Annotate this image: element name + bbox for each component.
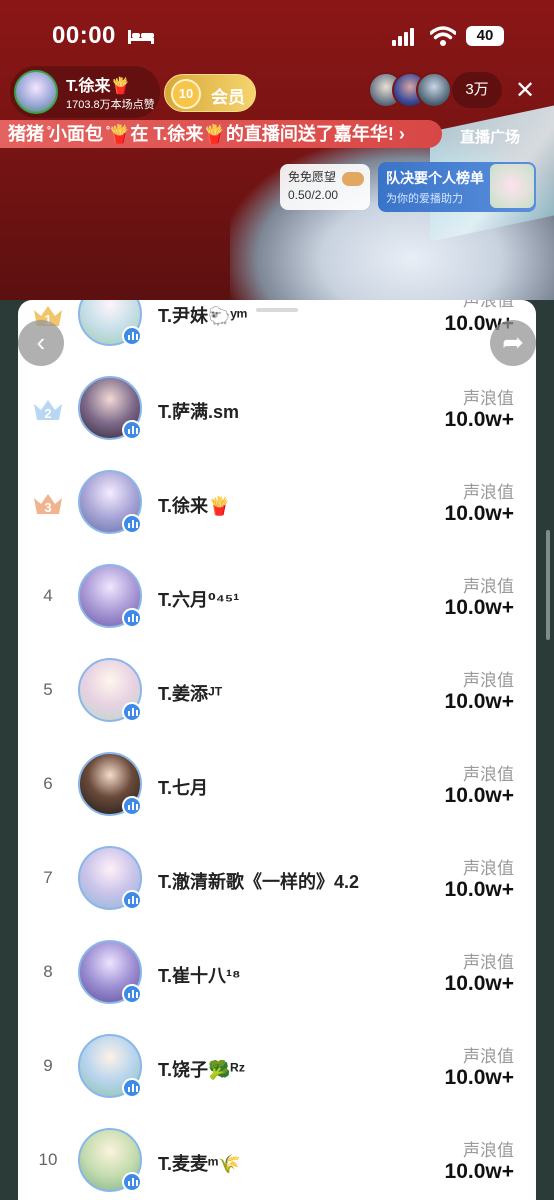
ranking-row[interactable]: 5 T.姜添ᴶᵀ 声浪值 10.0w+ — [18, 644, 536, 738]
rank-number: 7 — [43, 868, 53, 887]
user-name[interactable]: T.萨满.sm — [158, 398, 239, 424]
fan-level-badge: 10 — [171, 79, 201, 109]
audio-level-icon — [122, 420, 142, 440]
value-amount: 10.0w+ — [444, 408, 514, 431]
user-name[interactable]: T.澈清新歌《一样的》4.2 — [158, 868, 359, 894]
rank-number: 9 — [43, 1056, 53, 1075]
audio-level-icon — [122, 796, 142, 816]
signal-icon — [392, 28, 416, 46]
value-label: 声浪值 — [463, 389, 514, 408]
rank-number: 2 — [44, 406, 52, 421]
value-label: 声浪值 — [463, 483, 514, 502]
value-amount: 10.0w+ — [444, 596, 514, 619]
ranking-row[interactable]: 4 T.六月⁰⁴⁵¹ 声浪值 10.0w+ — [18, 550, 536, 644]
user-name[interactable]: T.饶子🥦ᴿᶻ — [158, 1056, 245, 1082]
status-time: 00:00 — [52, 22, 116, 49]
audio-level-icon — [122, 1172, 142, 1192]
ranking-row[interactable]: 10 T.麦麦ᵐ🌾 声浪值 10.0w+ — [18, 1114, 536, 1200]
ranking-row[interactable]: 6 T.七月 声浪值 10.0w+ — [18, 738, 536, 832]
ranking-row[interactable]: 7 T.澈清新歌《一样的》4.2 声浪值 10.0w+ — [18, 832, 536, 926]
audio-level-icon — [122, 890, 142, 910]
value-amount: 10.0w+ — [444, 1066, 514, 1089]
status-bar: 00:00 40 — [0, 0, 554, 74]
wish-progress: 0.50/2.00 — [288, 188, 339, 202]
share-icon[interactable]: ➦ — [490, 320, 536, 366]
back-arrow-icon[interactable]: ‹ — [18, 320, 64, 366]
scrollbar[interactable] — [546, 530, 550, 640]
fan-club-button[interactable]: 10 会员 — [164, 74, 256, 112]
drag-handle[interactable] — [256, 308, 298, 312]
gift-announcement-banner[interactable]: 猪猪 ̊小面包 ̊🍟在 T.徐来🍟的直播间送了嘉年华! › — [0, 120, 442, 148]
team-ranking-widget[interactable]: 队决要个人榜单 为你的爱播助力 — [378, 162, 536, 212]
value-amount: 10.0w+ — [444, 502, 514, 525]
value-label: 声浪值 — [463, 671, 514, 690]
avatar[interactable] — [416, 72, 452, 108]
rank-number: 8 — [43, 962, 53, 981]
rank-number: 4 — [43, 586, 53, 605]
host-avatar[interactable] — [14, 70, 58, 114]
audio-level-icon — [122, 514, 142, 534]
user-name[interactable]: T.七月 — [158, 774, 208, 800]
ranking-row[interactable]: 2 T.萨满.sm 声浪值 10.0w+ — [18, 362, 536, 456]
team-ranking-subtitle: 为你的爱播助力 — [386, 193, 463, 205]
audio-level-icon — [122, 702, 142, 722]
rank-number: 10 — [38, 1150, 58, 1169]
user-name[interactable]: T.麦麦ᵐ🌾 — [158, 1150, 241, 1176]
audio-level-icon — [122, 1078, 142, 1098]
user-name[interactable]: T.崔十八¹⁸ — [158, 962, 241, 988]
audio-level-icon — [122, 326, 142, 346]
ranking-row[interactable]: 3 T.徐来🍟 声浪值 10.0w+ — [18, 456, 536, 550]
rank-number: 5 — [43, 680, 53, 699]
value-amount: 10.0w+ — [444, 784, 514, 807]
value-label: 声浪值 — [463, 1047, 514, 1066]
gift-icon — [342, 172, 364, 186]
viewer-avatars[interactable] — [368, 72, 452, 110]
ranking-row[interactable]: 8 T.崔十八¹⁸ 声浪值 10.0w+ — [18, 926, 536, 1020]
audio-level-icon — [122, 608, 142, 628]
host-info[interactable]: T.徐来🍟 1703.8万本场点赞 — [10, 66, 160, 118]
user-name[interactable]: T.尹妹🐑ʸᵐ — [158, 302, 247, 328]
user-name[interactable]: T.姜添ᴶᵀ — [158, 680, 222, 706]
team-ranking-title: 队决要个人榜单 — [386, 170, 484, 186]
value-amount: 10.0w+ — [444, 972, 514, 995]
value-amount: 10.0w+ — [444, 690, 514, 713]
sleep-mode-icon — [128, 30, 154, 44]
value-amount: 10.0w+ — [444, 1160, 514, 1183]
battery-icon: 40 — [466, 26, 504, 46]
wish-widget[interactable]: 免免愿望 0.50/2.00 — [280, 164, 370, 210]
audio-level-icon — [122, 984, 142, 1004]
host-likes: 1703.8万本场点赞 — [66, 99, 155, 111]
value-label: 声浪值 — [463, 300, 514, 310]
value-label: 声浪值 — [463, 953, 514, 972]
user-name[interactable]: T.六月⁰⁴⁵¹ — [158, 586, 239, 612]
value-label: 声浪值 — [463, 765, 514, 784]
value-amount: 10.0w+ — [444, 878, 514, 901]
team-ranking-image — [490, 164, 534, 208]
value-label: 声浪值 — [463, 1141, 514, 1160]
fan-club-label: 会员 — [211, 88, 245, 107]
rank-number: 6 — [43, 774, 53, 793]
value-label: 声浪值 — [463, 577, 514, 596]
user-name[interactable]: T.徐来🍟 — [158, 492, 230, 518]
value-label: 声浪值 — [463, 859, 514, 878]
ranking-row[interactable]: 9 T.饶子🥦ᴿᶻ 声浪值 10.0w+ — [18, 1020, 536, 1114]
ranking-panel[interactable]: 1 T.尹妹🐑ʸᵐ 声浪值 10.0w+ 2 T.萨满.sm 声浪值 10.0w… — [18, 300, 536, 1200]
rank-number: 3 — [44, 500, 52, 515]
viewer-count[interactable]: 3万 — [452, 72, 502, 108]
live-square-link[interactable]: 直播广场 — [460, 126, 520, 147]
wish-title: 免免愿望 — [288, 170, 337, 184]
wifi-icon — [430, 26, 456, 46]
host-name: T.徐来🍟 — [66, 78, 131, 95]
close-icon[interactable]: ✕ — [510, 76, 540, 106]
